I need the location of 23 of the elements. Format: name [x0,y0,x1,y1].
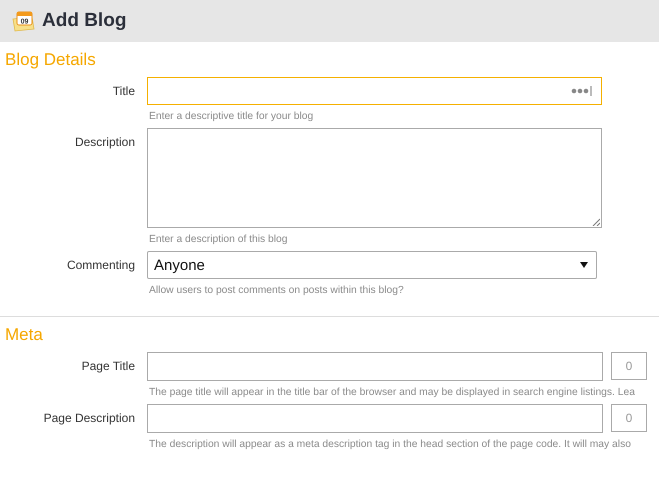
input-field[interactable] [147,77,602,105]
caret-icon [580,262,588,268]
help-text: Enter a descriptive title for your blog [148,110,314,124]
page-title: Add Blog [42,10,126,32]
field-label: Commenting [66,257,135,274]
input-field[interactable] [147,404,603,433]
text-area[interactable] [147,128,602,228]
character-count: 0 [611,352,647,380]
section-title: Meta [4,324,44,346]
input-field[interactable] [147,352,603,381]
help-text: Allow users to post comments on posts within this blog? [148,284,405,298]
help-text: The page title will appear in the title bar of the browser and may be displayed in search engine listings. Lea [148,386,636,400]
character-count: 0 [611,404,647,432]
password-manager-icon[interactable] [571,86,593,96]
field-label: Title [112,83,135,100]
help-text: The description will appear as a meta description tag in the head section of the page code. It will may also [148,438,632,452]
dropdown[interactable]: Anyone [147,251,597,279]
resize-grip-icon[interactable] [592,218,600,226]
field-label: Description [74,134,135,151]
section-title: Blog Details [4,49,97,71]
field-label: Page Title [80,358,135,375]
field-label: Page Description [42,410,135,427]
help-text: Enter a description of this blog [148,233,289,247]
